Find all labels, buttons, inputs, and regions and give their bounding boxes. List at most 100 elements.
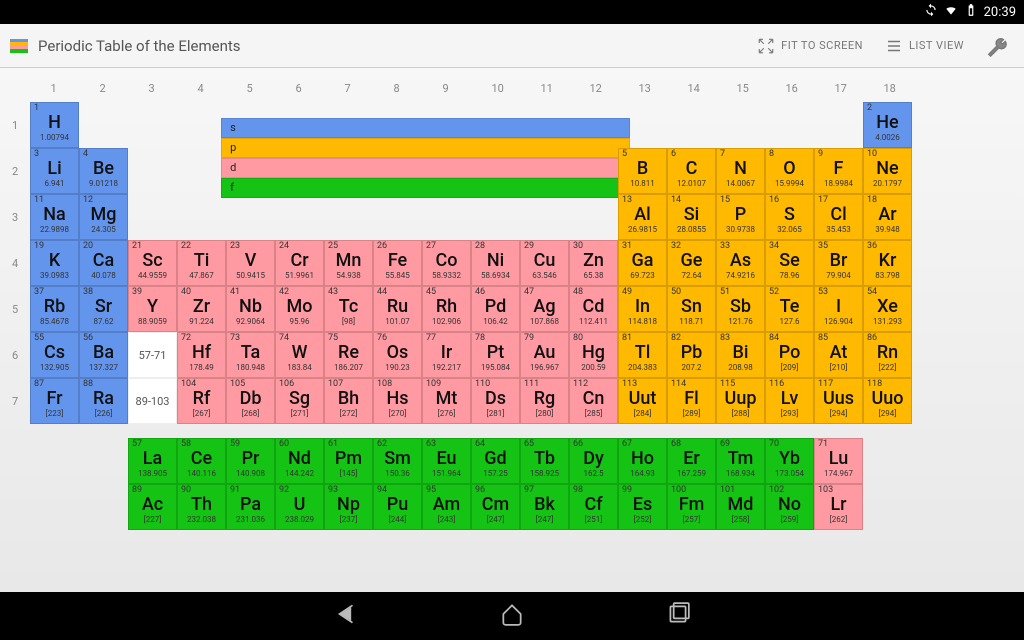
element-Tc[interactable]: 43Tc[98]	[324, 286, 373, 332]
element-W[interactable]: 74W183.84	[275, 332, 324, 378]
element-O[interactable]: 8O15.9994	[765, 148, 814, 194]
element-Ne[interactable]: 10Ne20.1797	[863, 148, 912, 194]
element-Pa[interactable]: 91Pa231.036	[226, 484, 275, 530]
element-Ac[interactable]: 89Ac[227]	[128, 484, 177, 530]
element-V[interactable]: 23V50.9415	[226, 240, 275, 286]
element-Bi[interactable]: 83Bi208.98	[716, 332, 765, 378]
element-Np[interactable]: 93Np[237]	[324, 484, 373, 530]
element-Nb[interactable]: 41Nb92.9064	[226, 286, 275, 332]
element-Zn[interactable]: 30Zn65.38	[569, 240, 618, 286]
element-Be[interactable]: 4Be9.01218	[79, 148, 128, 194]
element-Al[interactable]: 13Al26.9815	[618, 194, 667, 240]
element-Te[interactable]: 52Te127.6	[765, 286, 814, 332]
element-Es[interactable]: 99Es[252]	[618, 484, 667, 530]
element-Ag[interactable]: 47Ag107.868	[520, 286, 569, 332]
element-Rb[interactable]: 37Rb85.4678	[30, 286, 79, 332]
element-Hs[interactable]: 108Hs[270]	[373, 378, 422, 424]
element-Cs[interactable]: 55Cs132.905	[30, 332, 79, 378]
element-La[interactable]: 57La138.905	[128, 438, 177, 484]
element-Pt[interactable]: 78Pt195.084	[471, 332, 520, 378]
element-Uup[interactable]: 115Uup[288]	[716, 378, 765, 424]
element-Pd[interactable]: 46Pd106.42	[471, 286, 520, 332]
element-Mo[interactable]: 42Mo95.96	[275, 286, 324, 332]
element-Pb[interactable]: 82Pb207.2	[667, 332, 716, 378]
element-Ar[interactable]: 18Ar39.948	[863, 194, 912, 240]
element-Se[interactable]: 34Se78.96	[765, 240, 814, 286]
element-Ho[interactable]: 67Ho164.93	[618, 438, 667, 484]
settings-button[interactable]	[980, 31, 1014, 61]
element-Y[interactable]: 39Y88.9059	[128, 286, 177, 332]
element-Sg[interactable]: 106Sg[271]	[275, 378, 324, 424]
range-la[interactable]: 57-71	[128, 332, 177, 378]
element-Ta[interactable]: 73Ta180.948	[226, 332, 275, 378]
element-Lr[interactable]: 103Lr[262]	[814, 484, 863, 530]
element-Rn[interactable]: 86Rn[222]	[863, 332, 912, 378]
element-Rh[interactable]: 45Rh102.906	[422, 286, 471, 332]
element-Cu[interactable]: 29Cu63.546	[520, 240, 569, 286]
element-Db[interactable]: 105Db[268]	[226, 378, 275, 424]
list-view-button[interactable]: LIST VIEW	[879, 33, 970, 59]
element-Md[interactable]: 101Md[258]	[716, 484, 765, 530]
element-Li[interactable]: 3Li6.941	[30, 148, 79, 194]
element-Fm[interactable]: 100Fm[257]	[667, 484, 716, 530]
element-Cn[interactable]: 112Cn[285]	[569, 378, 618, 424]
element-Eu[interactable]: 63Eu151.964	[422, 438, 471, 484]
element-Cd[interactable]: 48Cd112.411	[569, 286, 618, 332]
fit-to-screen-button[interactable]: FIT TO SCREEN	[751, 33, 869, 59]
element-Yb[interactable]: 70Yb173.054	[765, 438, 814, 484]
element-Rf[interactable]: 104Rf[267]	[177, 378, 226, 424]
element-He[interactable]: 2He4.0026	[863, 102, 912, 148]
element-N[interactable]: 7N14.0067	[716, 148, 765, 194]
element-Xe[interactable]: 54Xe131.293	[863, 286, 912, 332]
element-Ir[interactable]: 77Ir192.217	[422, 332, 471, 378]
element-Sc[interactable]: 21Sc44.9559	[128, 240, 177, 286]
element-No[interactable]: 102No[259]	[765, 484, 814, 530]
element-Uut[interactable]: 113Uut[284]	[618, 378, 667, 424]
element-Sr[interactable]: 38Sr87.62	[79, 286, 128, 332]
element-Pr[interactable]: 59Pr140.908	[226, 438, 275, 484]
element-Fr[interactable]: 87Fr[223]	[30, 378, 79, 424]
element-Sn[interactable]: 50Sn118.71	[667, 286, 716, 332]
element-Os[interactable]: 76Os190.23	[373, 332, 422, 378]
element-Br[interactable]: 35Br79.904	[814, 240, 863, 286]
element-Ru[interactable]: 44Ru101.07	[373, 286, 422, 332]
element-Ba[interactable]: 56Ba137.327	[79, 332, 128, 378]
element-Dy[interactable]: 66Dy162.5	[569, 438, 618, 484]
element-Nd[interactable]: 60Nd144.242	[275, 438, 324, 484]
element-C[interactable]: 6C12.0107	[667, 148, 716, 194]
element-Cf[interactable]: 98Cf[251]	[569, 484, 618, 530]
element-K[interactable]: 19K39.0983	[30, 240, 79, 286]
element-Si[interactable]: 14Si28.0855	[667, 194, 716, 240]
element-Hg[interactable]: 80Hg200.59	[569, 332, 618, 378]
element-B[interactable]: 5B10.811	[618, 148, 667, 194]
element-Na[interactable]: 11Na22.9898	[30, 194, 79, 240]
element-In[interactable]: 49In114.818	[618, 286, 667, 332]
element-Kr[interactable]: 36Kr83.798	[863, 240, 912, 286]
back-button[interactable]	[333, 601, 359, 631]
home-button[interactable]	[499, 601, 525, 631]
recent-button[interactable]	[665, 601, 691, 631]
element-Hf[interactable]: 72Hf178.49	[177, 332, 226, 378]
element-Cr[interactable]: 24Cr51.9961	[275, 240, 324, 286]
element-Rg[interactable]: 111Rg[280]	[520, 378, 569, 424]
element-Tl[interactable]: 81Tl204.383	[618, 332, 667, 378]
element-Au[interactable]: 79Au196.967	[520, 332, 569, 378]
element-Ca[interactable]: 20Ca40.078	[79, 240, 128, 286]
element-I[interactable]: 53I126.904	[814, 286, 863, 332]
periodic-table-area[interactable]: 1234567891011121314151617181234567spdf57…	[0, 68, 1024, 592]
element-Zr[interactable]: 40Zr91.224	[177, 286, 226, 332]
element-Ge[interactable]: 32Ge72.64	[667, 240, 716, 286]
element-Ni[interactable]: 28Ni58.6934	[471, 240, 520, 286]
element-Pu[interactable]: 94Pu[244]	[373, 484, 422, 530]
element-Tb[interactable]: 65Tb158.925	[520, 438, 569, 484]
element-Ce[interactable]: 58Ce140.116	[177, 438, 226, 484]
element-Ga[interactable]: 31Ga69.723	[618, 240, 667, 286]
element-U[interactable]: 92U238.029	[275, 484, 324, 530]
element-Cl[interactable]: 17Cl35.453	[814, 194, 863, 240]
element-Lu[interactable]: 71Lu174.967	[814, 438, 863, 484]
range-ac[interactable]: 89-103	[128, 378, 177, 424]
element-Mt[interactable]: 109Mt[276]	[422, 378, 471, 424]
element-P[interactable]: 15P30.9738	[716, 194, 765, 240]
element-Fl[interactable]: 114Fl[289]	[667, 378, 716, 424]
element-Uuo[interactable]: 118Uuo[294]	[863, 378, 912, 424]
